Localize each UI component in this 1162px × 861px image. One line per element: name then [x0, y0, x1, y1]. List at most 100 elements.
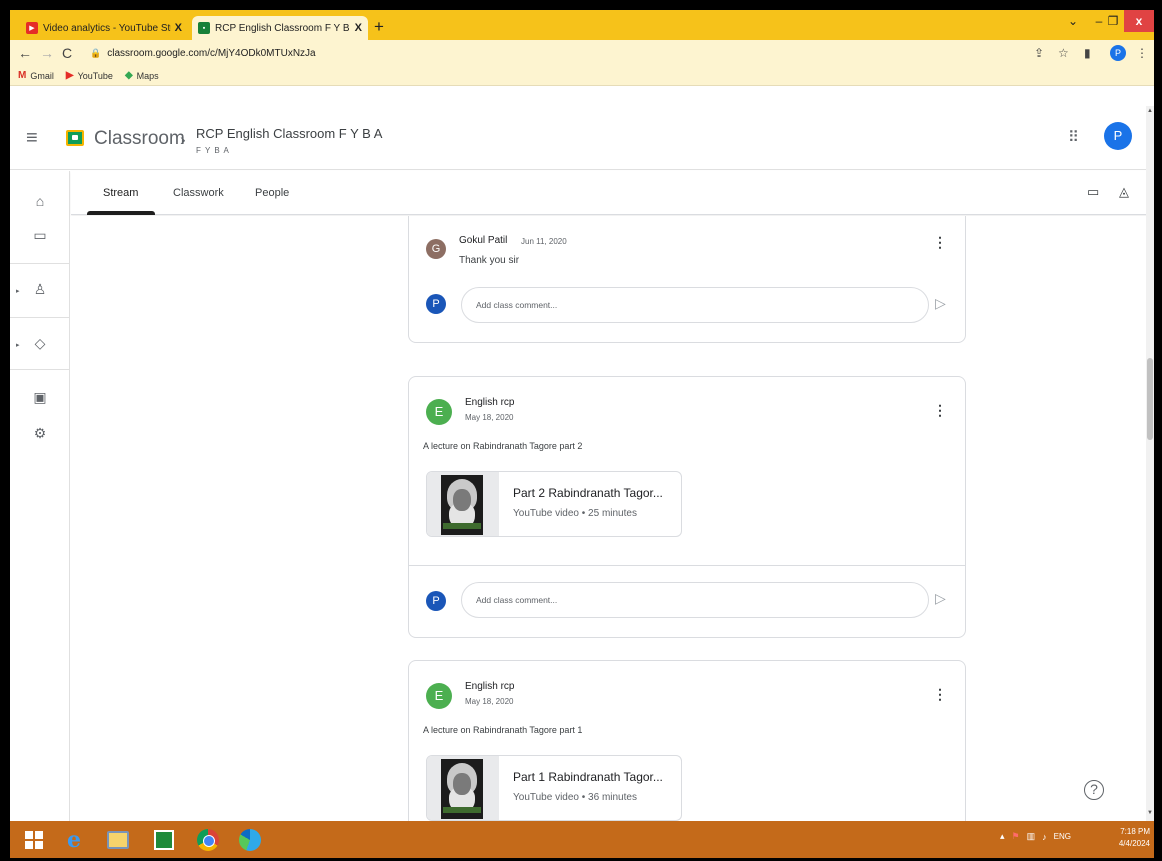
gmail-icon: M: [18, 70, 27, 81]
file-explorer-icon[interactable]: [104, 826, 132, 854]
tray-expand-icon[interactable]: ▴: [1000, 831, 1005, 842]
drive-folder-icon[interactable]: ◬: [1119, 184, 1129, 200]
bookmarks-bar: M Gmail ▶ YouTube ◆ Maps: [10, 66, 1154, 86]
side-panel-icon[interactable]: ▮: [1084, 45, 1091, 61]
account-avatar[interactable]: P: [1104, 122, 1132, 150]
back-icon[interactable]: ←: [18, 44, 32, 62]
stream-feed: G Gokul Patil Jun 11, 2020 Thank you sir…: [71, 216, 1146, 821]
rail-divider: [10, 369, 70, 370]
archived-classes-icon[interactable]: ▣: [10, 387, 70, 407]
google-apps-icon[interactable]: ⠿: [1068, 128, 1079, 146]
scroll-up-icon[interactable]: ▲: [1146, 108, 1154, 114]
enrolled-icon[interactable]: ▸ ◇: [10, 333, 70, 353]
video-thumbnail: [427, 472, 499, 536]
comment-date: Jun 11, 2020: [521, 237, 567, 246]
bookmark-star-icon[interactable]: ☆: [1058, 45, 1069, 61]
bookmark-maps[interactable]: ◆ Maps: [125, 70, 159, 81]
class-name: RCP English Classroom F Y B A: [196, 126, 383, 141]
url-field[interactable]: 🔒 classroom.google.com/c/MjY4ODk0MTUxNzJ…: [90, 44, 316, 62]
browser-tab-classroom[interactable]: ▪ RCP English Classroom F Y B A F X: [192, 16, 368, 40]
close-tab-icon[interactable]: X: [175, 22, 182, 34]
bookmark-youtube[interactable]: ▶ YouTube: [66, 70, 113, 81]
address-bar-row: ← → C 🔒 classroom.google.com/c/MjY4ODk0M…: [10, 40, 1154, 66]
more-options-icon[interactable]: ⋮: [933, 235, 947, 249]
card-divider: [409, 565, 965, 566]
share-icon[interactable]: ⇪: [1034, 45, 1044, 61]
new-tab-button[interactable]: +: [374, 18, 384, 36]
browser-tab-youtube-studio[interactable]: ▶ Video analytics - YouTube Studio X: [20, 16, 188, 40]
input-language[interactable]: ENG: [1054, 832, 1071, 841]
more-options-icon[interactable]: ⋮: [933, 403, 947, 417]
app-name[interactable]: Classroom: [94, 128, 185, 150]
page-scrollbar-thumb[interactable]: [1147, 358, 1153, 440]
security-alert-icon[interactable]: ⚑: [1012, 831, 1020, 842]
volume-icon[interactable]: ♪: [1042, 832, 1047, 842]
classroom-icon: ▪: [198, 22, 210, 34]
post-date: May 18, 2020: [465, 697, 514, 706]
store-icon[interactable]: [150, 826, 178, 854]
edge-icon[interactable]: [236, 826, 264, 854]
url-text: classroom.google.com/c/MjY4ODk0MTUxNzJa: [107, 47, 316, 59]
maps-icon: ◆: [124, 70, 133, 81]
class-section: F Y B A: [196, 146, 230, 155]
internet-explorer-icon[interactable]: e: [60, 826, 88, 854]
bookmark-label: Maps: [136, 70, 159, 81]
classroom-logo-icon: [66, 130, 84, 146]
settings-icon[interactable]: ⚙: [10, 423, 70, 443]
forward-icon[interactable]: →: [40, 44, 54, 62]
youtube-icon: ▶: [26, 22, 38, 34]
calendar-icon[interactable]: ▭: [1087, 184, 1099, 200]
comment-author: Gokul Patil: [459, 235, 508, 246]
close-window-button[interactable]: x: [1124, 10, 1154, 32]
tab-stream[interactable]: Stream: [103, 187, 138, 199]
browser-menu-icon[interactable]: ⋮: [1136, 45, 1148, 61]
comment-thread-card: G Gokul Patil Jun 11, 2020 Thank you sir…: [408, 216, 966, 343]
windows-logo-icon: [25, 831, 43, 849]
add-comment-input[interactable]: Add class comment...: [461, 582, 929, 618]
profile-avatar[interactable]: P: [1110, 45, 1126, 61]
left-nav-rail: ⌂ ▭ ▸ ♙ ▸ ◇ ▣ ⚙: [10, 171, 70, 821]
bookmark-label: YouTube: [77, 70, 113, 81]
current-user-avatar: P: [426, 294, 446, 314]
youtube-attachment[interactable]: Part 1 Rabindranath Tagor... YouTube vid…: [426, 755, 682, 821]
clock-time: 7:18 PM: [1120, 827, 1150, 836]
network-icon[interactable]: ▥: [1027, 831, 1036, 842]
bookmark-gmail[interactable]: M Gmail: [18, 70, 54, 81]
active-tab-indicator: [87, 211, 155, 215]
send-icon[interactable]: ▷: [935, 590, 946, 607]
post-author-avatar: E: [426, 399, 452, 425]
rail-divider: [10, 317, 70, 318]
lock-icon: 🔒: [90, 47, 102, 58]
clock[interactable]: 7:18 PM 4/4/2024: [1110, 826, 1150, 850]
comment-text: Thank you sir: [459, 255, 520, 266]
teaching-icon[interactable]: ▸ ♙: [10, 279, 70, 299]
bookmark-label: Gmail: [30, 70, 54, 81]
classroom-header: ≡ Classroom › RCP English Classroom F Y …: [10, 106, 1154, 170]
scroll-down-icon[interactable]: ▼: [1146, 810, 1154, 816]
tab-classwork[interactable]: Classwork: [173, 187, 224, 199]
chrome-icon[interactable]: [194, 826, 222, 854]
reload-icon[interactable]: C: [62, 44, 72, 62]
main-menu-icon[interactable]: ≡: [26, 126, 38, 150]
more-options-icon[interactable]: ⋮: [933, 687, 947, 701]
send-icon[interactable]: ▷: [935, 295, 946, 312]
current-user-avatar: P: [426, 591, 446, 611]
youtube-attachment[interactable]: Part 2 Rabindranath Tagor... YouTube vid…: [426, 471, 682, 537]
close-tab-icon[interactable]: X: [355, 22, 362, 34]
tab-people[interactable]: People: [255, 187, 289, 199]
rail-divider: [10, 263, 70, 264]
add-comment-input[interactable]: Add class comment...: [461, 287, 929, 323]
help-icon[interactable]: ?: [1084, 780, 1104, 800]
screen: ▶ Video analytics - YouTube Studio X ▪ R…: [10, 10, 1154, 858]
calendar-icon[interactable]: ▭: [10, 225, 70, 245]
home-icon[interactable]: ⌂: [10, 191, 70, 211]
attachment-title: Part 1 Rabindranath Tagor...: [513, 770, 663, 784]
classroom-tabs: Stream Classwork People ▭ ◬: [71, 171, 1154, 215]
maximize-button[interactable]: ❐: [1104, 10, 1122, 32]
browser-tab-strip: ▶ Video analytics - YouTube Studio X ▪ R…: [10, 10, 1154, 40]
post-author: English rcp: [465, 397, 515, 408]
page-scrollbar-track[interactable]: [1146, 106, 1154, 821]
start-button[interactable]: [20, 826, 48, 854]
tab-title: RCP English Classroom F Y B A F: [215, 22, 351, 34]
tab-search-icon[interactable]: ⌄: [1062, 10, 1084, 32]
